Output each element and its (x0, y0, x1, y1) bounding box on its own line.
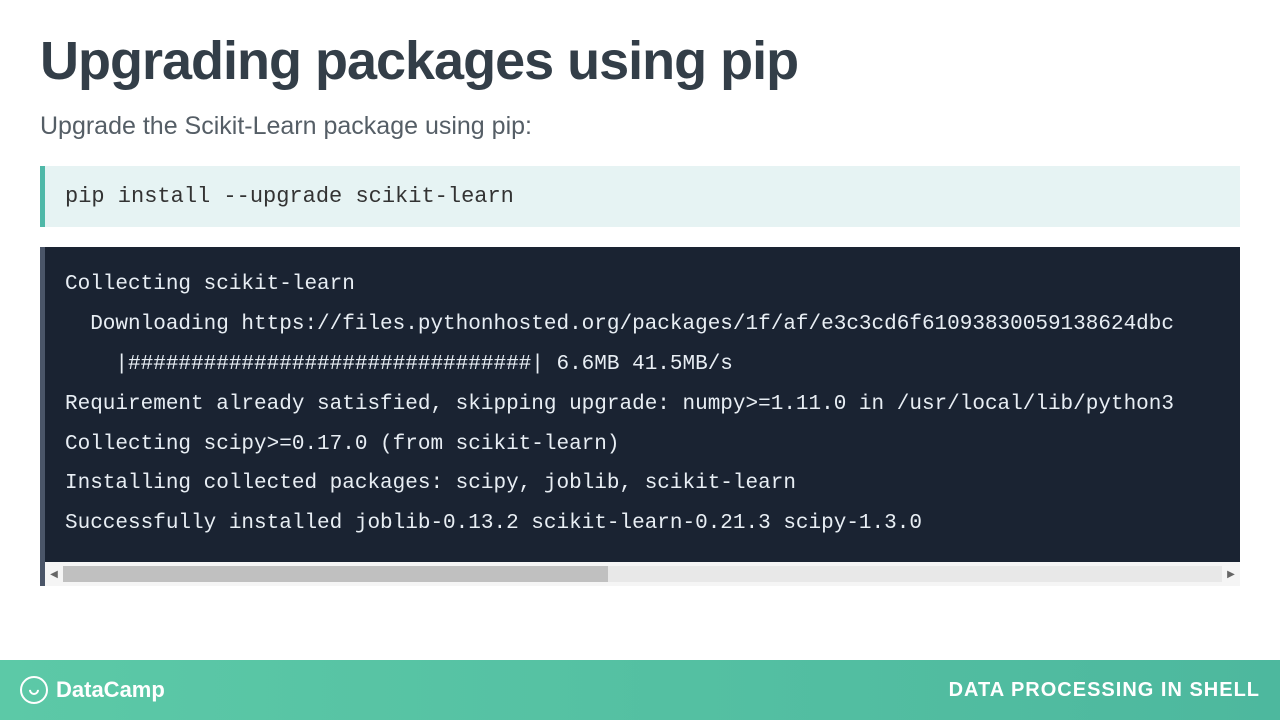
scroll-track[interactable] (63, 566, 1222, 582)
scroll-thumb[interactable] (63, 566, 608, 582)
scroll-left-arrow[interactable]: ◀ (45, 562, 63, 586)
scroll-right-arrow[interactable]: ▶ (1222, 562, 1240, 586)
course-name: DATA PROCESSING IN SHELL (949, 679, 1260, 702)
command-block: pip install --upgrade scikit-learn (40, 166, 1240, 227)
output-block: Collecting scikit-learn Downloading http… (45, 247, 1240, 562)
brand-name: DataCamp (56, 677, 165, 703)
command-text: pip install --upgrade scikit-learn (65, 184, 514, 209)
datacamp-logo-icon (20, 676, 48, 704)
footer-brand: DataCamp (20, 676, 165, 704)
output-container: Collecting scikit-learn Downloading http… (40, 247, 1240, 586)
horizontal-scrollbar[interactable]: ◀ ▶ (45, 562, 1240, 586)
page-subtitle: Upgrade the Scikit-Learn package using p… (40, 112, 1240, 141)
page-title: Upgrading packages using pip (40, 30, 1240, 92)
footer: DataCamp DATA PROCESSING IN SHELL (0, 660, 1280, 720)
